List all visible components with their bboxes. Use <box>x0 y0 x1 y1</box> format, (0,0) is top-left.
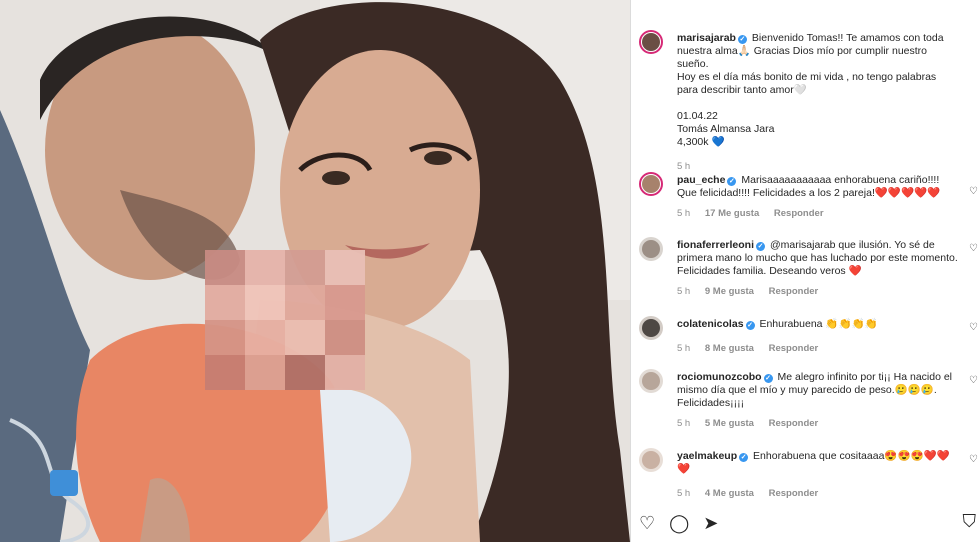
comment-time[interactable]: 5 h <box>677 208 690 219</box>
share-icon[interactable]: ➤ <box>703 514 718 532</box>
verified-badge-icon: ✓ <box>739 453 749 462</box>
post-image-illustration <box>0 0 630 542</box>
blurred-baby-face <box>205 250 365 390</box>
comment-meta: 5 h 4 Me gusta Responder <box>677 488 958 499</box>
comment-avatar[interactable] <box>639 172 663 196</box>
comment-meta: 5 h 17 Me gusta Responder <box>677 208 958 219</box>
reply-button[interactable]: Responder <box>769 418 819 429</box>
verified-badge-icon: ✓ <box>756 242 766 251</box>
comment-avatar[interactable] <box>639 448 663 472</box>
comment-username[interactable]: colatenicolas <box>677 318 744 330</box>
reply-button[interactable]: Responder <box>769 286 819 297</box>
avatar-image <box>642 372 660 390</box>
comment-time[interactable]: 5 h <box>677 418 690 429</box>
comment-avatar[interactable] <box>639 237 663 261</box>
caption-text: marisajarab ✓ Bienvenido Tomas!! Te amamo… <box>677 32 958 149</box>
action-bar: ♡ ◯ ➤ <box>639 514 718 532</box>
avatar-image <box>642 33 660 51</box>
caption-meta: 5 h <box>677 161 958 172</box>
avatar-image <box>642 451 660 469</box>
comment-likes[interactable]: 17 Me gusta <box>705 208 759 219</box>
comment-avatar[interactable] <box>639 369 663 393</box>
avatar-image <box>642 319 660 337</box>
comment-meta: 5 h 5 Me gusta Responder <box>677 418 958 429</box>
verified-badge-icon: ✓ <box>737 35 747 44</box>
post-view: marisajarab ✓ Bienvenido Tomas!! Te amamo… <box>0 0 980 542</box>
comment-likes[interactable]: 8 Me gusta <box>705 343 754 354</box>
caption-row: marisajarab ✓ Bienvenido Tomas!! Te amamo… <box>639 30 980 172</box>
avatar-image <box>642 240 660 258</box>
comment-username[interactable]: fionaferrerleoni <box>677 239 754 251</box>
heart-icon[interactable]: ♡ <box>639 514 655 532</box>
avatar-image <box>642 175 660 193</box>
comment-row: yaelmakeup ✓ Enhorabuena que cositaaaa😍😍😍… <box>639 448 980 499</box>
comment-meta: 5 h 9 Me gusta Responder <box>677 286 958 297</box>
reply-button[interactable]: Responder <box>774 208 824 219</box>
comments-panel: marisajarab ✓ Bienvenido Tomas!! Te amamo… <box>631 0 980 542</box>
comment-username[interactable]: rociomunozcobo <box>677 371 762 383</box>
comment-like-heart-icon[interactable]: ♡ <box>969 186 978 197</box>
comment-time[interactable]: 5 h <box>677 488 690 499</box>
caption-body: Bienvenido Tomas!! Te amamos con toda nu… <box>677 32 944 148</box>
comment-body: Enhurabuena 👏👏👏👏 <box>759 318 878 330</box>
comment-text: rociomunozcobo ✓ Me alegro infinito por t… <box>677 371 958 410</box>
comment-text: yaelmakeup ✓ Enhorabuena que cositaaaa😍😍😍… <box>677 450 958 476</box>
comment-icon[interactable]: ◯ <box>669 514 689 532</box>
comment-username[interactable]: pau_eche <box>677 174 725 186</box>
caption-avatar[interactable] <box>639 30 663 54</box>
comment-avatar[interactable] <box>639 316 663 340</box>
comment-like-heart-icon[interactable]: ♡ <box>969 322 978 333</box>
comment-likes[interactable]: 4 Me gusta <box>705 488 754 499</box>
comment-like-heart-icon[interactable]: ♡ <box>969 243 978 254</box>
comment-likes[interactable]: 9 Me gusta <box>705 286 754 297</box>
reply-button[interactable]: Responder <box>769 488 819 499</box>
verified-badge-icon: ✓ <box>727 177 737 186</box>
comment-row: pau_eche ✓ Marisaaaaaaaaaaa enhorabuena c… <box>639 172 980 219</box>
comment-likes[interactable]: 5 Me gusta <box>705 418 754 429</box>
bookmark-icon[interactable]: ⛉ <box>963 511 977 532</box>
comment-meta: 5 h 8 Me gusta Responder <box>677 343 958 354</box>
comment-time[interactable]: 5 h <box>677 286 690 297</box>
comment-text: colatenicolas ✓ Enhurabuena 👏👏👏👏 <box>677 318 958 331</box>
comment-row: rociomunozcobo ✓ Me alegro infinito por t… <box>639 369 980 429</box>
comment-row: colatenicolas ✓ Enhurabuena 👏👏👏👏 5 h 8 Me… <box>639 316 980 354</box>
comment-like-heart-icon[interactable]: ♡ <box>969 375 978 386</box>
comment-text: fionaferrerleoni ✓ @marisajarab que ilusi… <box>677 239 958 278</box>
reply-button[interactable]: Responder <box>769 343 819 354</box>
comment-time[interactable]: 5 h <box>677 343 690 354</box>
verified-badge-icon: ✓ <box>745 321 755 330</box>
caption-username[interactable]: marisajarab <box>677 32 736 44</box>
post-photo[interactable] <box>0 0 630 542</box>
comment-row: fionaferrerleoni ✓ @marisajarab que ilusi… <box>639 237 980 297</box>
comment-text: pau_eche ✓ Marisaaaaaaaaaaa enhorabuena c… <box>677 174 958 200</box>
caption-time[interactable]: 5 h <box>677 161 690 172</box>
verified-badge-icon: ✓ <box>763 374 773 383</box>
comment-username[interactable]: yaelmakeup <box>677 450 737 462</box>
comment-like-heart-icon[interactable]: ♡ <box>969 454 978 465</box>
